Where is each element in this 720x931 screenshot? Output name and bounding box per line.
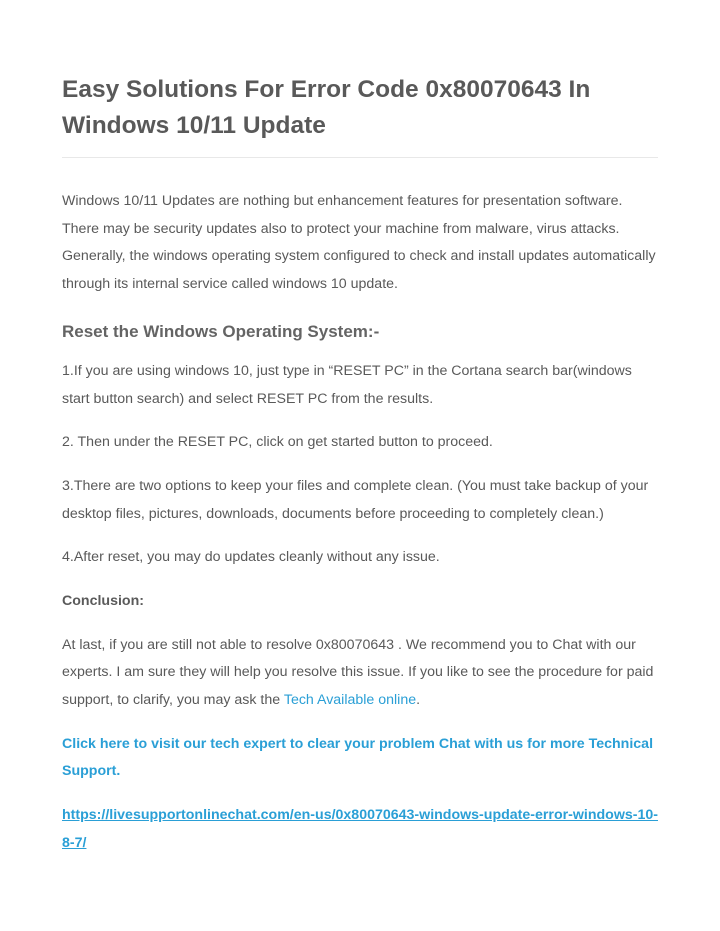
step-3: 3.There are two options to keep your fil… — [62, 473, 658, 528]
step-2: 2. Then under the RESET PC, click on get… — [62, 429, 658, 457]
conclusion-label: Conclusion: — [62, 588, 658, 616]
conclusion-text-after: . — [416, 692, 420, 708]
support-url-link[interactable]: https://livesupportonlinechat.com/en-us/… — [62, 807, 658, 851]
tech-available-link[interactable]: Tech Available online — [284, 692, 416, 708]
step-4: 4.After reset, you may do updates cleanl… — [62, 544, 658, 572]
conclusion-paragraph: At last, if you are still not able to re… — [62, 632, 658, 715]
cta-link[interactable]: Click here to visit our tech expert to c… — [62, 736, 653, 780]
step-1: 1.If you are using windows 10, just type… — [62, 358, 658, 413]
page-title: Easy Solutions For Error Code 0x80070643… — [62, 72, 658, 158]
section-heading-reset: Reset the Windows Operating System:- — [62, 315, 658, 348]
intro-paragraph: Windows 10/11 Updates are nothing but en… — [62, 188, 658, 299]
